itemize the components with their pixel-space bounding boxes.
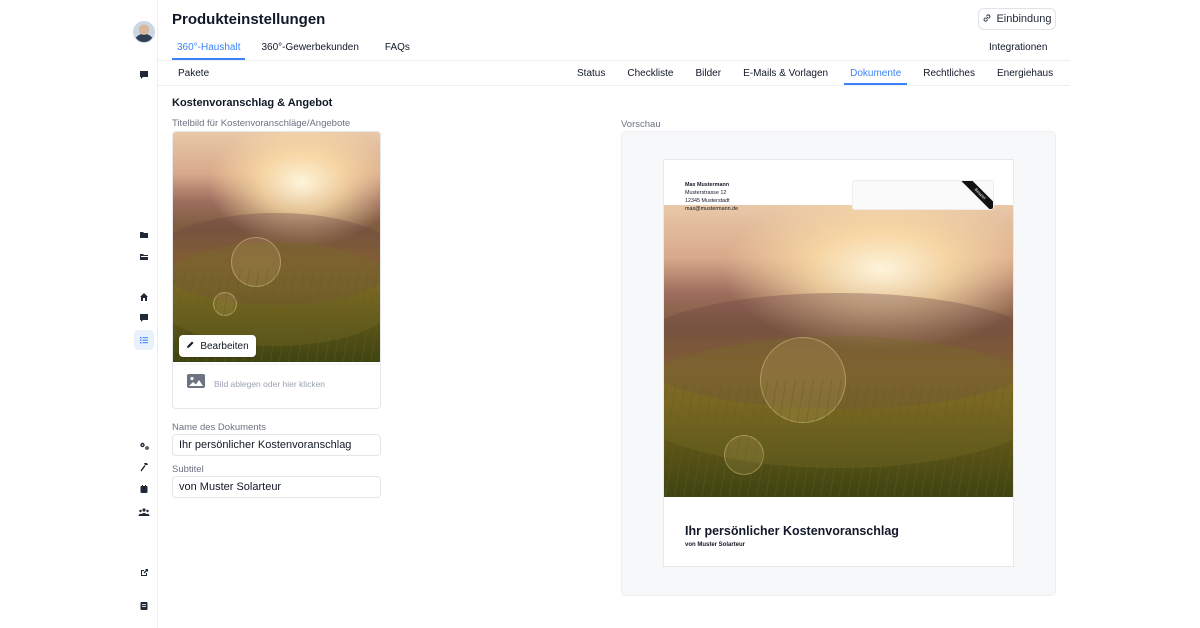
tab-emails-vorlagen[interactable]: E-Mails & Vorlagen: [737, 63, 834, 85]
dropzone-text: Bild ablegen oder hier klicken: [214, 378, 326, 389]
sample-ribbon: Beispiel: [960, 181, 993, 209]
sender-address: Max Mustermann Musterstrasse 12 12345 Mu…: [685, 181, 738, 213]
link-icon: [982, 13, 992, 26]
sender-street: Musterstrasse 12: [685, 190, 727, 196]
tab-bilder[interactable]: Bilder: [690, 63, 728, 85]
secondary-tabs: Status Checkliste Bilder E-Mails & Vorla…: [571, 63, 1069, 85]
tab-dokumente[interactable]: Dokumente: [844, 63, 908, 85]
document-preview: Max Mustermann Musterstrasse 12 12345 Mu…: [663, 159, 1014, 567]
tab-status[interactable]: Status: [571, 63, 611, 85]
tab-faqs[interactable]: FAQs: [380, 38, 415, 60]
image-icon: [187, 374, 205, 393]
section-title: Kostenvoranschlag & Angebot: [172, 97, 333, 109]
sender-city: 12345 Musterstadt: [685, 198, 730, 204]
cover-image-label: Titelbild für Kostenvoranschläge/Angebot…: [172, 118, 351, 129]
page-title: Produkteinstellungen: [172, 11, 326, 28]
book-icon[interactable]: [136, 598, 152, 614]
image-dropzone[interactable]: Bild ablegen oder hier klicken: [173, 364, 380, 402]
sender-email: max@mustermann.de: [685, 206, 739, 212]
users-icon[interactable]: [136, 504, 152, 520]
folder-icon[interactable]: [136, 227, 152, 243]
integrations-link[interactable]: Integrationen: [989, 42, 1047, 53]
list-icon[interactable]: [134, 330, 154, 350]
divider: [158, 85, 1070, 86]
folder-open-icon[interactable]: [136, 249, 152, 265]
left-rail: [130, 0, 158, 628]
home-icon[interactable]: [136, 289, 152, 305]
doc-name-input[interactable]: [172, 434, 381, 456]
document-subtitle: von Muster Solarteur: [685, 542, 746, 548]
embed-button[interactable]: Einbindung: [978, 8, 1056, 30]
avatar[interactable]: [133, 21, 155, 43]
hammer-icon[interactable]: [136, 459, 152, 475]
sender-name: Max Mustermann: [685, 182, 730, 188]
edit-image-button-label: Bearbeiten: [200, 340, 249, 352]
primary-tabs: 360°-Haushalt 360°-Gewerbekunden FAQs: [172, 38, 431, 60]
chat-icon[interactable]: [136, 67, 152, 83]
tab-rechtliches[interactable]: Rechtliches: [917, 63, 981, 85]
embed-button-label: Einbindung: [996, 13, 1052, 25]
divider: [158, 60, 1070, 61]
pencil-icon: [186, 340, 195, 352]
subtitle-input[interactable]: [172, 476, 381, 498]
recipient-address-box: Beispiel: [852, 180, 994, 210]
calendar-icon[interactable]: [136, 481, 152, 497]
external-link-icon[interactable]: [136, 565, 152, 581]
settings-icon[interactable]: [136, 438, 152, 454]
tab-checkliste[interactable]: Checkliste: [621, 63, 679, 85]
preview-label: Vorschau: [621, 119, 661, 130]
subtitle-label: Subtitel: [172, 464, 204, 475]
edit-image-button[interactable]: Bearbeiten: [179, 335, 256, 357]
document-cover-image: [664, 205, 1013, 497]
message-icon[interactable]: [136, 310, 152, 326]
doc-name-label: Name des Dokuments: [172, 422, 266, 433]
cover-image: [173, 132, 380, 362]
tab-energiehaus[interactable]: Energiehaus: [991, 63, 1059, 85]
subnav-pakete[interactable]: Pakete: [178, 68, 209, 79]
tab-360-gewerbekunden[interactable]: 360°-Gewerbekunden: [256, 38, 363, 60]
cover-image-card: Bearbeiten Bild ablegen oder hier klicke…: [172, 131, 381, 409]
tab-360-haushalt[interactable]: 360°-Haushalt: [172, 38, 246, 60]
document-title: Ihr persönlicher Kostenvoranschlag: [685, 524, 899, 538]
